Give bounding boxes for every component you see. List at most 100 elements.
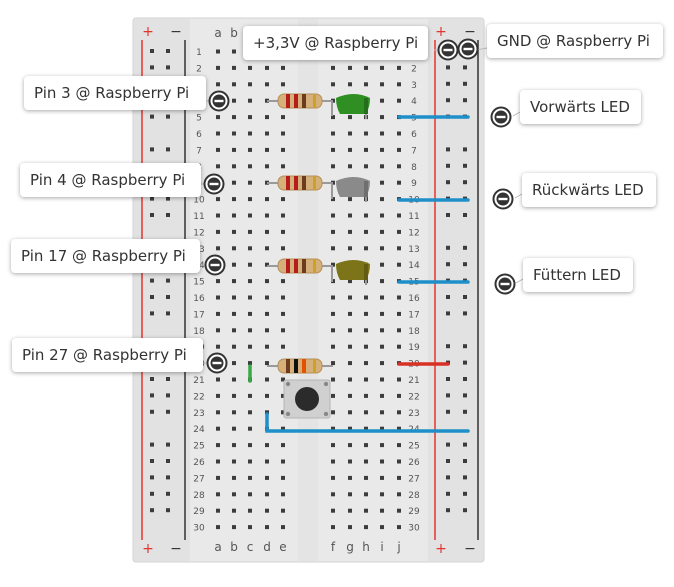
breadboard-hole (348, 115, 352, 120)
row-number: 27 (408, 474, 419, 484)
row-number: 16 (193, 294, 205, 304)
breadboard-hole (265, 115, 269, 120)
breadboard-hole (265, 443, 269, 448)
breadboard-hole (232, 475, 236, 480)
breadboard-hole (248, 229, 252, 234)
breadboard-hole (348, 197, 352, 202)
breadboard-hole (446, 377, 450, 381)
breadboard-hole (281, 164, 285, 169)
breadboard-hole (380, 295, 384, 300)
breadboard-hole (463, 245, 467, 250)
breadboard-hole (331, 443, 335, 448)
row-number: 26 (193, 458, 205, 468)
breadboard-hole (397, 65, 401, 70)
row-number: 28 (408, 491, 420, 501)
breadboard-hole (331, 246, 335, 251)
connector-icon (206, 352, 228, 374)
right-rail-plus-bottom: + (435, 541, 447, 557)
breadboard-hole (364, 443, 368, 448)
left-rail-plus-bottom: + (142, 541, 154, 557)
breadboard-hole (232, 115, 236, 120)
row-number: 14 (408, 261, 420, 271)
connector-icon (203, 173, 225, 195)
breadboard-hole (463, 508, 467, 513)
breadboard-hole (348, 229, 352, 234)
breadboard-hole (331, 508, 335, 513)
col-i-bottom: i (380, 540, 383, 554)
breadboard-hole (380, 164, 384, 169)
breadboard-hole (463, 475, 467, 480)
breadboard-hole (380, 197, 384, 202)
breadboard-hole (166, 49, 170, 53)
breadboard-hole (248, 328, 252, 333)
breadboard-hole (265, 246, 269, 251)
breadboard-hole (216, 475, 220, 480)
breadboard-hole (446, 180, 450, 185)
breadboard-hole (281, 115, 285, 120)
row-number: 21 (408, 376, 419, 386)
breadboard-hole (265, 131, 269, 136)
col-e-bottom: e (279, 540, 286, 554)
breadboard-hole (166, 442, 170, 447)
breadboard-hole (216, 49, 220, 54)
breadboard-hole (364, 213, 368, 218)
breadboard-hole (265, 393, 269, 398)
breadboard-hole (364, 393, 368, 398)
label-led-backward: Rückwärts LED (522, 173, 656, 207)
breadboard-hole (248, 98, 252, 103)
label-pin4: Pin 4 @ Raspberry Pi (20, 163, 201, 197)
breadboard-hole (248, 180, 252, 185)
row-number: 28 (193, 491, 205, 501)
row-number: 18 (193, 327, 205, 337)
breadboard-hole (364, 377, 368, 382)
breadboard-hole (232, 279, 236, 284)
breadboard-hole (232, 49, 236, 54)
breadboard-hole (265, 525, 269, 530)
breadboard-hole (380, 180, 384, 185)
breadboard-hole (265, 459, 269, 464)
row-number: 29 (193, 507, 205, 517)
breadboard-hole (397, 229, 401, 234)
row-number: 26 (408, 458, 420, 468)
breadboard-hole (397, 525, 401, 530)
breadboard-hole (166, 475, 170, 480)
connector-icon (208, 90, 230, 112)
breadboard-hole (232, 213, 236, 218)
breadboard-hole (248, 508, 252, 513)
breadboard-hole (150, 49, 154, 53)
row-number: 4 (411, 97, 417, 107)
breadboard-hole (232, 344, 236, 349)
col-h-bottom: h (362, 540, 370, 554)
breadboard-hole (216, 410, 220, 415)
breadboard-hole (331, 131, 335, 136)
row-number: 1 (196, 48, 202, 58)
breadboard-hole (463, 360, 467, 365)
breadboard-hole (446, 491, 450, 496)
breadboard-hole (166, 65, 170, 70)
row-number: 17 (193, 310, 204, 320)
row-number: 29 (408, 507, 420, 517)
breadboard-hole (331, 229, 335, 234)
breadboard-hole (150, 278, 154, 283)
breadboard-hole (364, 492, 368, 497)
breadboard-hole (232, 410, 236, 415)
breadboard-hole (281, 131, 285, 136)
breadboard-hole (397, 180, 401, 185)
breadboard-hole (348, 492, 352, 497)
breadboard-hole (348, 377, 352, 382)
row-number: 30 (193, 524, 205, 534)
row-number: 10 (193, 196, 205, 206)
breadboard-hole (216, 82, 220, 87)
breadboard-hole (331, 164, 335, 169)
col-g-bottom: g (346, 540, 354, 554)
connector-icon (490, 106, 512, 128)
breadboard-hole (397, 98, 401, 103)
breadboard-hole (446, 147, 450, 152)
breadboard-hole (331, 459, 335, 464)
breadboard-hole (216, 295, 220, 300)
row-number: 11 (193, 212, 204, 222)
breadboard-hole (397, 213, 401, 218)
breadboard-hole (248, 344, 252, 349)
right-rail-minus-bottom: − (464, 541, 476, 557)
breadboard-hole (216, 525, 220, 530)
